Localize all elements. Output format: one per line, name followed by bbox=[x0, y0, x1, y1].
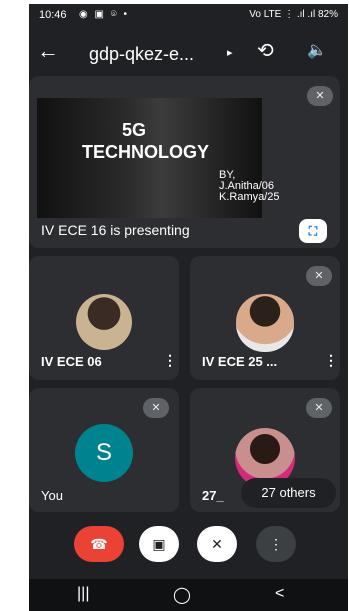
recent-apps-icon[interactable]: ||| bbox=[77, 585, 89, 603]
slide-author-2: K.Ramya/25 bbox=[219, 191, 280, 203]
mic-off-icon: ✕ bbox=[306, 266, 332, 286]
participant-tile-you[interactable]: ✕ S You bbox=[29, 388, 179, 512]
more-options-icon[interactable]: ⋮ bbox=[324, 352, 338, 369]
participant-name: You bbox=[41, 488, 63, 503]
chevron-right-icon[interactable]: ▸ bbox=[227, 46, 233, 59]
home-icon[interactable]: ◯ bbox=[173, 585, 191, 605]
others-count-badge[interactable]: 27 others bbox=[241, 478, 336, 508]
mic-off-icon: ✕ bbox=[307, 86, 333, 106]
participant-tile[interactable]: IV ECE 06 ⋮ bbox=[29, 256, 179, 380]
more-vert-icon: ⋮ bbox=[269, 536, 283, 552]
android-nav-bar: ||| ◯ < bbox=[29, 579, 348, 611]
switch-camera-icon[interactable]: ⟲ bbox=[257, 38, 274, 63]
status-bar: 10:46 ◉ ▣ ⌾ • Vo LTE ⋮ .ıl .ıl 82% bbox=[29, 4, 348, 26]
participant-name: IV ECE 06 bbox=[41, 354, 102, 369]
presenting-label: IV ECE 16 is presenting bbox=[41, 222, 190, 238]
back-icon[interactable]: < bbox=[275, 585, 284, 603]
mic-off-icon: ✕ bbox=[306, 398, 332, 418]
participant-tile[interactable]: ✕ IV ECE 25 ... ⋮ bbox=[190, 256, 340, 380]
participant-name: 27_ bbox=[202, 488, 224, 503]
camera-off-icon: ▣ bbox=[152, 536, 166, 552]
camera-toggle-button[interactable]: ▣ bbox=[139, 526, 179, 562]
slide-title-line-1: 5G bbox=[122, 120, 147, 140]
end-call-button[interactable]: ☎ bbox=[74, 526, 124, 562]
status-right: Vo LTE ⋮ .ıl .ıl 82% bbox=[249, 9, 338, 20]
mic-toggle-button[interactable]: ✕ bbox=[197, 526, 237, 562]
more-options-button[interactable]: ⋮ bbox=[256, 526, 296, 562]
meeting-code[interactable]: gdp-qkez-e... bbox=[89, 44, 219, 65]
presented-slide: 5G TECHNOLOGY BY, J.Anitha/06 K.Ramya/25 bbox=[37, 98, 280, 218]
more-options-icon[interactable]: ⋮ bbox=[163, 352, 177, 369]
notification-icons: ◉ ▣ ⌾ • bbox=[79, 9, 130, 20]
avatar bbox=[236, 294, 294, 352]
hang-up-icon: ☎ bbox=[90, 536, 108, 552]
phone-screen: 10:46 ◉ ▣ ⌾ • Vo LTE ⋮ .ıl .ıl 82% ← gdp… bbox=[29, 4, 348, 611]
avatar: S bbox=[75, 424, 133, 482]
speaker-icon[interactable]: 🔈 bbox=[307, 40, 327, 60]
fullscreen-icon[interactable]: ⛶ bbox=[299, 219, 327, 243]
mic-off-icon: ✕ bbox=[211, 536, 223, 552]
presentation-tile[interactable]: 5G TECHNOLOGY BY, J.Anitha/06 K.Ramya/25… bbox=[29, 76, 340, 248]
status-time: 10:46 bbox=[39, 9, 67, 21]
meeting-top-bar: ← gdp-qkez-e... ▸ ⟲ 🔈 bbox=[29, 34, 348, 74]
avatar bbox=[76, 294, 132, 350]
slide-authors: BY, J.Anitha/06 K.Ramya/25 bbox=[219, 170, 280, 203]
back-arrow-icon[interactable]: ← bbox=[37, 38, 59, 64]
participant-name: IV ECE 25 ... bbox=[202, 354, 278, 369]
mic-off-icon: ✕ bbox=[143, 398, 169, 418]
slide-title-line-2: TECHNOLOGY bbox=[82, 142, 210, 162]
